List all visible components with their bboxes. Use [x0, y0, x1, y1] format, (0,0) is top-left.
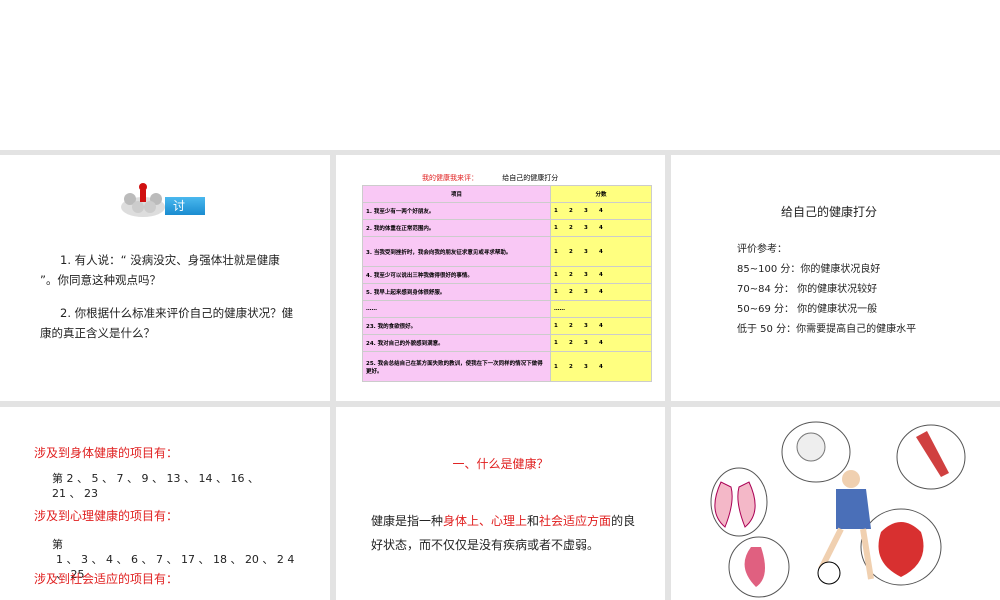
score-option[interactable]: 3	[584, 208, 599, 214]
score-option[interactable]: 4	[599, 289, 614, 295]
score-cell: 1234	[550, 317, 652, 335]
score-option[interactable]: 1	[554, 323, 569, 329]
score-option[interactable]: 1	[554, 289, 569, 295]
score-option[interactable]: ……	[554, 306, 569, 312]
slide-title: 一、什么是健康？	[452, 457, 549, 471]
col-score: 分数	[550, 185, 652, 203]
soccer-player-organs-illustration	[710, 421, 966, 598]
reference-line: 85~100 分：你的健康状况良好	[737, 264, 881, 275]
score-cell: 1234	[550, 283, 652, 301]
item-cell: ……	[362, 300, 551, 318]
score-option[interactable]: 3	[584, 249, 599, 255]
mental-items-prefix: 第	[52, 538, 63, 551]
title-red: 我的健康我来评：	[422, 174, 478, 182]
table-row: 25. 我会总结自己在某方面失败的教训，使我在下一次同样的情况下做得更好。 1 2 3…	[362, 351, 652, 382]
slide-thumbnail-categories[interactable]: 涉及到身体健康的项目有： 第 2 、 5 、 7 、 9 、 13 、 14 、…	[0, 407, 330, 600]
discuss-badge: 讨	[165, 197, 205, 215]
table-row: 2. 我的体重在正常范围内。 1 2 3 4	[362, 219, 652, 237]
slide-thumbnail-definition[interactable]: 一、什么是健康？ 健康是指一种身体上、心理上和社会适应方面的良好状态，而不仅仅是…	[336, 407, 665, 600]
score-option[interactable]: 3	[584, 364, 599, 370]
table-row: 5. 我早上起来感到身体很舒服。 1 2 3 4	[362, 283, 652, 301]
score-option[interactable]: 1	[554, 340, 569, 346]
question-1: 1. 有人说：“ 没病没灾、身强体壮就是健康 ”。你同意这种观点吗？	[40, 253, 280, 287]
slide-title: 给自己的健康打分	[781, 205, 878, 219]
slide-thumbnail-body-illustration[interactable]	[671, 407, 1000, 600]
score-option[interactable]: 4	[599, 208, 614, 214]
score-option[interactable]: 1	[554, 272, 569, 278]
table-row: 3. 当我受到挫折时，我会向我的朋友征求意见或寻求帮助。 1 2 3 4	[362, 236, 652, 267]
score-option[interactable]: 1	[554, 249, 569, 255]
reference-line: 低于 50 分：你需要提高自己的健康水平	[737, 324, 917, 335]
score-option[interactable]: 3	[584, 289, 599, 295]
physical-heading: 涉及到身体健康的项目有：	[34, 446, 179, 460]
item-cell: 5. 我早上起来感到身体很舒服。	[362, 283, 551, 301]
highlight: 身体上、心理上	[443, 514, 528, 528]
score-option[interactable]: 2	[569, 340, 584, 346]
col-item: 项目	[362, 185, 551, 203]
score-option[interactable]: 2	[569, 225, 584, 231]
text: 和	[527, 514, 540, 528]
highlight: 社会适应方面	[539, 514, 612, 528]
mental-heading: 涉及到心理健康的项目有：	[34, 509, 179, 523]
item-cell: 23. 我的食欲很好。	[362, 317, 551, 335]
blank-top-area	[0, 0, 1000, 150]
score-option[interactable]: 2	[569, 249, 584, 255]
item-cell: 2. 我的体重在正常范围内。	[362, 219, 551, 237]
question-2: 2. 你根据什么标准来评价自己的健康状况？健康的真正含义是什么？	[40, 306, 294, 340]
title: 给自己的健康打分	[502, 174, 559, 182]
score-option[interactable]: 4	[599, 340, 614, 346]
score-cell: 1234	[550, 219, 652, 237]
score-cell: 1234	[550, 351, 652, 382]
text: 健康是指一种	[371, 514, 444, 528]
item-cell: 3. 当我受到挫折时，我会向我的朋友征求意见或寻求帮助。	[362, 236, 551, 267]
score-option[interactable]: 2	[569, 208, 584, 214]
score-option[interactable]: 4	[599, 323, 614, 329]
item-cell: 25. 我会总结自己在某方面失败的教训，使我在下一次同样的情况下做得更好。	[362, 351, 551, 382]
score-option[interactable]: 3	[584, 323, 599, 329]
definition-text: 健康是指一种身体上、心理上和社会适应方面的良好状态，而不仅仅是没有疾病或者不虚弱…	[371, 509, 641, 557]
score-option[interactable]: 4	[599, 272, 614, 278]
reference-line: 70~84 分： 你的健康状况较好	[737, 284, 878, 295]
item-cell: 4. 我至少可以说出三种我做得很好的事情。	[362, 266, 551, 284]
score-cell: 1234	[550, 266, 652, 284]
score-option[interactable]: 4	[599, 364, 614, 370]
reference-line: 50~69 分： 你的健康状况一般	[737, 304, 878, 315]
table-title: 我的健康我来评： 给自己的健康打分	[422, 173, 558, 183]
item-cell: 24. 我对自己的外貌感到满意。	[362, 334, 551, 352]
score-option[interactable]: 2	[569, 323, 584, 329]
slide-thumbnail-discussion[interactable]: 讨 1. 有人说：“ 没病没灾、身强体壮就是健康 ”。你同意这种观点吗？ 2. …	[0, 155, 330, 401]
score-cell: 1234	[550, 202, 652, 220]
slide-thumbnail-reference[interactable]: 给自己的健康打分 评价参考： 85~100 分：你的健康状况良好 70~84 分…	[671, 155, 1000, 401]
table-row: …………	[362, 300, 652, 318]
social-heading: 涉及到社会适应的项目有：	[34, 572, 179, 586]
score-option[interactable]: 1	[554, 364, 569, 370]
score-table: 项目 分数 1. 我至少有一两个好朋友。 1 2 3 4 2. 我的体重在正常范围内。 1 2 3…	[362, 185, 652, 382]
table-row: 1. 我至少有一两个好朋友。 1 2 3 4	[362, 202, 652, 220]
reference-label: 评价参考：	[737, 244, 787, 255]
table-row: 23. 我的食欲很好。 1 2 3 4	[362, 317, 652, 335]
physical-items: 第 2 、 5 、 7 、 9 、 13 、 14 、 16 、 21 、 23	[52, 472, 259, 500]
score-option[interactable]: 4	[599, 225, 614, 231]
score-cell: ……	[550, 300, 652, 318]
score-option[interactable]: 1	[554, 208, 569, 214]
score-option[interactable]: 2	[569, 272, 584, 278]
score-option[interactable]: 3	[584, 340, 599, 346]
score-option[interactable]: 3	[584, 225, 599, 231]
score-option[interactable]: 4	[599, 249, 614, 255]
score-cell: 1234	[550, 236, 652, 267]
table-row: 4. 我至少可以说出三种我做得很好的事情。 1 2 3 4	[362, 266, 652, 284]
people-circle-icon	[121, 183, 165, 217]
slide-thumbnail-score-table[interactable]: 我的健康我来评： 给自己的健康打分 项目 分数 1. 我至少有一两个好朋友。 1 2 3…	[336, 155, 665, 401]
score-option[interactable]: 1	[554, 225, 569, 231]
table-row: 24. 我对自己的外貌感到满意。 1 2 3 4	[362, 334, 652, 352]
score-cell: 1234	[550, 334, 652, 352]
score-option[interactable]: 2	[569, 364, 584, 370]
item-cell: 1. 我至少有一两个好朋友。	[362, 202, 551, 220]
score-option[interactable]: 2	[569, 289, 584, 295]
score-option[interactable]: 3	[584, 272, 599, 278]
